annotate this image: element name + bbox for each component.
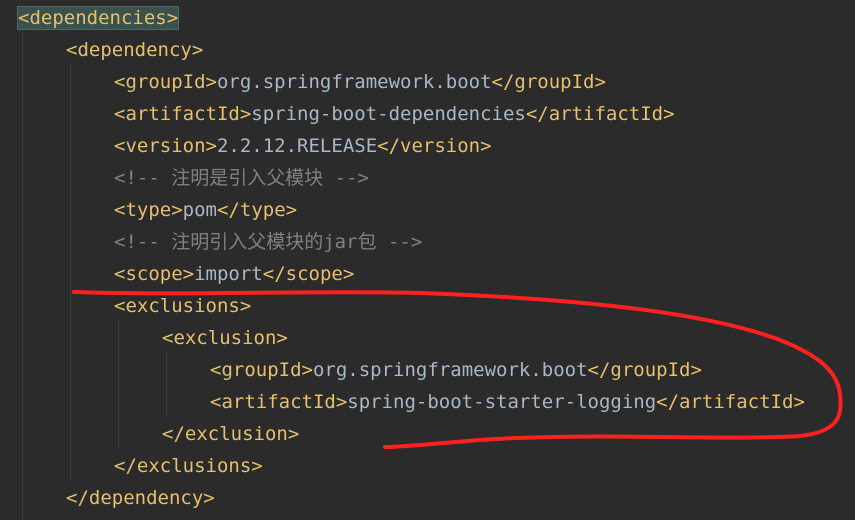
tag-name: artifactId xyxy=(679,391,794,413)
code-line[interactable]: <artifactId>spring-boot-starter-logging<… xyxy=(210,386,805,418)
tag-bracket: > xyxy=(480,135,492,157)
tag-name: artifactId xyxy=(221,391,336,413)
tag-bracket: < xyxy=(114,295,126,317)
tag-name: scope xyxy=(285,263,343,285)
code-line[interactable]: <!-- 注明引入父模块的jar包 --> xyxy=(114,226,422,258)
code-line[interactable]: <version>2.2.12.RELEASE</version> xyxy=(114,130,492,162)
tag-name: type xyxy=(239,199,286,221)
element-value: 2.2.12.RELEASE xyxy=(216,135,378,157)
tag-bracket: </ xyxy=(66,487,89,509)
code-line[interactable]: </exclusions> xyxy=(114,450,263,482)
element-value: spring-boot-dependencies xyxy=(251,103,526,125)
tag-bracket: > xyxy=(301,359,313,381)
tag-name: groupId xyxy=(125,71,206,93)
tag-bracket: < xyxy=(210,359,222,381)
tag-name: groupId xyxy=(514,71,595,93)
tag-name: exclusions xyxy=(125,295,240,317)
code-editor[interactable]: <dependencies> <dependency> <groupId>org… xyxy=(0,0,855,520)
element-value: import xyxy=(194,263,263,285)
code-line[interactable]: <groupId>org.springframework.boot</group… xyxy=(114,66,606,98)
tag-bracket: > xyxy=(182,263,195,285)
tag-bracket: < xyxy=(114,199,126,221)
tag-bracket: > xyxy=(251,455,263,477)
tag-bracket: < xyxy=(162,327,174,349)
tag-bracket: < xyxy=(210,391,222,413)
tag-bracket: > xyxy=(285,199,298,221)
tag-bracket: </ xyxy=(217,199,240,221)
tag-bracket: </ xyxy=(377,135,401,157)
xml-comment: <!-- 注明引入父模块的jar包 --> xyxy=(114,231,423,253)
tag-name: exclusions xyxy=(136,455,252,477)
code-line[interactable]: <artifactId>spring-boot-dependencies</ar… xyxy=(114,98,675,130)
code-line[interactable]: </dependency> xyxy=(66,482,215,514)
tag-bracket: </ xyxy=(525,103,549,125)
tag-name: groupId xyxy=(221,359,302,381)
code-line[interactable]: <type>pom</type> xyxy=(114,194,297,226)
element-value: org.springframework.boot xyxy=(312,359,588,381)
code-line[interactable]: <groupId>org.springframework.boot</group… xyxy=(210,354,702,386)
indent-guide xyxy=(70,64,71,480)
highlighted-open-tag: <dependencies> xyxy=(16,6,180,30)
tag-name: groupId xyxy=(610,359,691,381)
tag-bracket: </ xyxy=(587,359,611,381)
code-line[interactable]: <scope>import</scope> xyxy=(114,258,354,290)
tag-bracket: > xyxy=(335,391,348,413)
code-line[interactable]: <!-- 注明是引入父模块 --> xyxy=(114,162,369,194)
tag-bracket: > xyxy=(663,103,675,125)
element-value: spring-boot-starter-logging xyxy=(347,391,657,413)
code-line[interactable]: <dependencies> xyxy=(16,2,180,34)
tag-bracket: < xyxy=(114,103,126,125)
tag-name: exclusion xyxy=(184,423,288,445)
code-line[interactable]: </exclusion> xyxy=(162,418,299,450)
tag-name: version xyxy=(125,135,206,157)
tag-bracket: > xyxy=(205,71,217,93)
tag-bracket: < xyxy=(114,71,126,93)
tag-bracket: < xyxy=(114,263,126,285)
indent-guide xyxy=(118,320,119,448)
tag-name: exclusion xyxy=(173,327,277,349)
tag-bracket: > xyxy=(594,71,606,93)
tag-bracket: < xyxy=(18,7,30,29)
tag-bracket: > xyxy=(287,423,300,445)
tag-bracket: > xyxy=(690,359,702,381)
indent-guide xyxy=(166,352,167,416)
tag-bracket: > xyxy=(342,263,355,285)
tag-bracket: > xyxy=(191,39,204,61)
tag-bracket: > xyxy=(239,103,252,125)
tag-bracket: </ xyxy=(491,71,515,93)
code-line[interactable]: <dependency> xyxy=(66,34,203,66)
tag-bracket: > xyxy=(205,135,217,157)
element-value: pom xyxy=(182,199,217,221)
tag-name: artifactId xyxy=(125,103,240,125)
tag-bracket: > xyxy=(239,295,252,317)
code-line[interactable]: <exclusion> xyxy=(162,322,288,354)
tag-name: dependency xyxy=(88,487,204,509)
tag-name: version xyxy=(400,135,481,157)
element-value: org.springframework.boot xyxy=(216,71,492,93)
tag-name: type xyxy=(125,199,172,221)
tag-name: artifactId xyxy=(548,103,664,125)
code-line[interactable]: <exclusions> xyxy=(114,290,251,322)
tag-bracket: < xyxy=(66,39,78,61)
xml-comment: <!-- 注明是引入父模块 --> xyxy=(114,167,369,189)
tag-bracket: </ xyxy=(114,455,137,477)
tag-bracket: > xyxy=(166,7,179,29)
tag-bracket: > xyxy=(276,327,288,349)
tag-bracket: </ xyxy=(262,263,286,285)
tag-bracket: > xyxy=(203,487,215,509)
tag-bracket: > xyxy=(171,199,183,221)
tag-name: dependencies xyxy=(29,7,167,29)
tag-name: scope xyxy=(125,263,183,285)
tag-bracket: < xyxy=(114,135,126,157)
tag-bracket: > xyxy=(793,391,805,413)
tag-name: dependency xyxy=(77,39,192,61)
indent-guide xyxy=(22,32,23,520)
tag-bracket: </ xyxy=(656,391,680,413)
tag-bracket: </ xyxy=(162,423,185,445)
